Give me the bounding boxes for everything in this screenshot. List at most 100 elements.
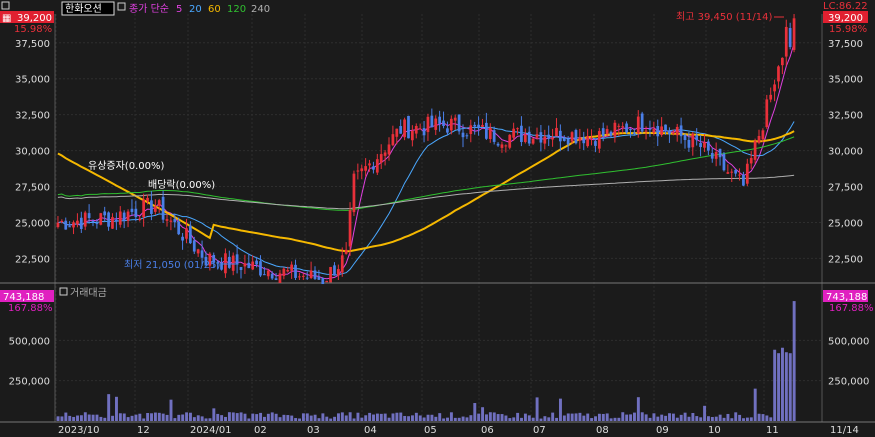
candle-body <box>453 117 457 121</box>
volume-bar <box>142 418 146 421</box>
volume-bar <box>79 415 83 421</box>
candle-body <box>422 128 426 136</box>
candle-body <box>769 94 773 100</box>
stock-name[interactable]: 한화오션 <box>65 3 102 15</box>
volume-bar <box>321 413 325 421</box>
volume-bar <box>543 416 547 421</box>
volume-bar <box>95 414 99 421</box>
candle-body <box>305 277 309 279</box>
candle-body <box>118 211 122 225</box>
volume-bar <box>722 417 726 421</box>
candle-body <box>477 124 480 129</box>
volume-tick-label: 500,000 <box>9 336 50 347</box>
candle-body <box>578 137 582 141</box>
volume-bar <box>500 414 504 421</box>
x-tick-label: 02 <box>254 425 267 436</box>
candle-body <box>56 222 60 227</box>
volume-bar <box>243 413 247 421</box>
volume-bar <box>757 413 761 421</box>
volume-bar <box>749 417 753 421</box>
volume-bar <box>231 412 235 421</box>
volume-bar <box>83 412 87 421</box>
y-tick-label: 22,500 <box>15 254 50 265</box>
volume-bar <box>753 388 757 421</box>
volume-bar <box>726 413 730 421</box>
volume-bar <box>566 413 570 421</box>
y-tick-label-right: 30,000 <box>828 147 863 158</box>
volume-bar <box>761 414 765 421</box>
volume-panel-title: 거래대금 <box>70 287 107 299</box>
volume-bar <box>527 415 531 421</box>
volume-bar <box>227 412 231 421</box>
volume-bar <box>597 413 601 421</box>
volume-bar <box>395 412 399 421</box>
candle-body <box>788 28 792 48</box>
volume-bar <box>391 413 395 421</box>
candle-body <box>95 223 99 225</box>
candle-body <box>753 141 757 160</box>
candle-body <box>777 66 780 82</box>
y-tick-label-right: 25,000 <box>828 218 863 229</box>
candle-body <box>757 135 761 143</box>
volume-bar <box>344 415 348 421</box>
volume-bar <box>714 416 718 421</box>
candle-body <box>379 154 383 163</box>
candle-body <box>165 219 169 221</box>
candle-body <box>243 263 247 267</box>
ma-240-label: 240 <box>251 4 270 15</box>
candle-body <box>562 137 566 141</box>
volume-bar <box>691 412 695 421</box>
candle-body <box>539 132 543 143</box>
candle-body <box>418 128 422 130</box>
volume-bar <box>477 413 481 421</box>
event-ex-dividend: 배당락(0.00%) <box>148 179 215 191</box>
candle-body <box>656 126 660 137</box>
candle-body <box>500 144 504 148</box>
candle-body <box>574 130 578 144</box>
volume-bar <box>473 403 477 421</box>
candle-body <box>617 125 621 127</box>
candle-body <box>446 128 449 133</box>
volume-bar <box>777 353 781 421</box>
candle-body <box>115 219 118 222</box>
volume-bar <box>531 417 535 421</box>
candle-body <box>224 253 227 274</box>
volume-bar <box>379 413 383 421</box>
volume-bar <box>309 415 313 421</box>
candle-body <box>150 200 153 214</box>
candle-body <box>76 220 79 225</box>
volume-bar <box>418 415 422 421</box>
volume-bar <box>286 415 290 421</box>
volume-bar <box>656 416 660 421</box>
volume-pct-left: 167.88% <box>8 303 53 314</box>
volume-bar <box>449 412 453 421</box>
volume-bar <box>496 414 500 421</box>
volume-bar <box>165 414 169 421</box>
candle-body <box>683 134 687 141</box>
volume-bar <box>177 414 181 421</box>
volume-bar <box>329 418 333 421</box>
volume-bar <box>212 408 216 421</box>
candle-body <box>122 212 126 221</box>
volume-bar <box>648 417 652 421</box>
candle-body <box>64 220 68 230</box>
volume-bar <box>574 413 578 421</box>
volume-bar <box>204 418 208 421</box>
candle-body <box>181 236 184 241</box>
low-annotation: 최저 21,050 (01/25) <box>124 259 220 271</box>
volume-bar <box>414 412 418 421</box>
y-tick-label: 32,500 <box>15 111 50 122</box>
candle-body <box>718 148 722 158</box>
volume-bar <box>399 412 403 421</box>
x-tick-label: 11/14 <box>830 425 859 436</box>
grid-icon[interactable]: ▦ <box>2 13 11 24</box>
candle-body <box>356 170 360 172</box>
stock-chart: 22,500 22,500 25,000 25,000 27,500 27,500 30,0… <box>0 0 875 437</box>
candle-body <box>301 275 305 277</box>
candle-body <box>555 127 558 137</box>
y-tick-label-right: 35,000 <box>828 75 863 86</box>
candle-body <box>368 163 371 166</box>
volume-bar <box>294 418 298 421</box>
volume-bar <box>68 415 72 421</box>
current-price-right: 39,200 <box>828 13 863 24</box>
